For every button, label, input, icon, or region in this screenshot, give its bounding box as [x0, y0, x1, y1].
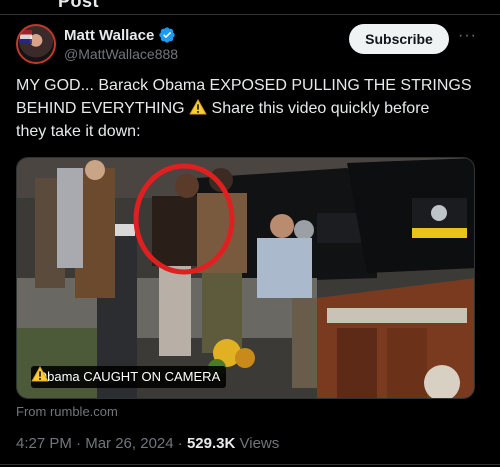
avatar[interactable]	[16, 24, 56, 64]
tweet-line-3: they take it down:	[16, 123, 141, 140]
tweet-line-2: BEHIND EVERYTHING Share this video quick…	[16, 97, 486, 120]
tweet-line-2-part-b: Share this video quickly before	[211, 100, 430, 117]
meta-separator: ·	[76, 435, 82, 452]
video-caption-text: Obama CAUGHT ON CAMERA	[37, 369, 221, 384]
more-horizontal-icon[interactable]: ···	[458, 28, 476, 46]
verified-badge-icon	[159, 27, 175, 43]
top-bar: Post	[0, 0, 500, 15]
views-count: 529.3K	[186, 435, 236, 452]
tweet-line-1: MY GOD... Barack Obama EXPOSED PULLING T…	[16, 77, 472, 94]
divider	[0, 464, 500, 465]
subscribe-button[interactable]: Subscribe	[349, 24, 449, 54]
author-handle[interactable]: @MattWallace888	[64, 46, 178, 62]
warning-icon	[189, 99, 207, 115]
page-title: Post	[58, 0, 100, 11]
author-name-row: Matt Wallace	[64, 26, 176, 44]
media-source[interactable]: From rumble.com	[16, 404, 118, 419]
views-label: Views	[239, 435, 280, 452]
video-caption: Obama CAUGHT ON CAMERA	[31, 366, 227, 388]
meta-separator: ·	[177, 435, 183, 452]
video-frame	[17, 158, 474, 398]
tweet-text: MY GOD... Barack Obama EXPOSED PULLING T…	[16, 74, 486, 143]
tweet-line-2-part-a: BEHIND EVERYTHING	[16, 100, 185, 117]
author-display-name[interactable]: Matt Wallace	[64, 27, 154, 44]
post-time[interactable]: 4:27 PM	[16, 435, 72, 452]
warning-icon	[31, 366, 49, 382]
post-date[interactable]: Mar 26, 2024	[85, 435, 173, 452]
video-player[interactable]: Obama CAUGHT ON CAMERA	[16, 157, 475, 399]
tweet-meta: 4:27 PM · Mar 26, 2024 · 529.3K Views	[16, 435, 279, 452]
